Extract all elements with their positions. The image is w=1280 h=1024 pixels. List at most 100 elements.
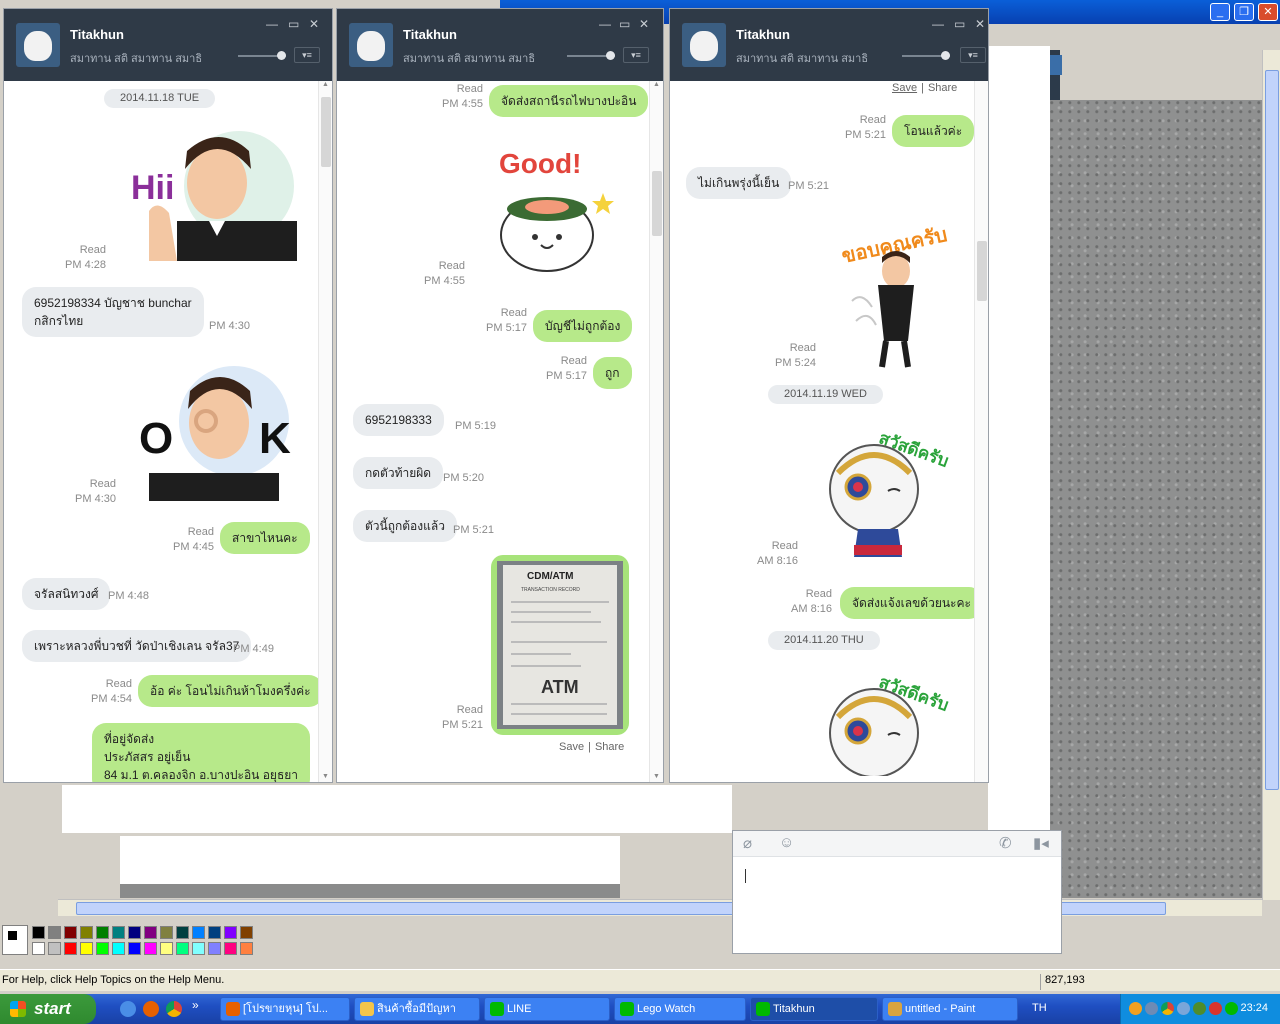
- close-icon[interactable]: ✕: [975, 17, 985, 31]
- color-palette[interactable]: [0, 922, 260, 958]
- language-indicator[interactable]: TH: [1032, 1002, 1047, 1014]
- transparency-slider[interactable]: [902, 51, 950, 60]
- quicklaunch-icon[interactable]: [120, 1001, 136, 1017]
- avatar[interactable]: [682, 23, 726, 67]
- sticker-hello-monkey[interactable]: สวัสดีครับ: [818, 417, 968, 567]
- color-swatch[interactable]: [224, 942, 237, 955]
- message-list[interactable]: จัดส่งสถานีรถไฟบางปะอิน Read PM 4:55 Good…: [337, 81, 649, 782]
- minimize-icon[interactable]: —: [932, 17, 944, 31]
- message-bubble[interactable]: จรัลสนิทวงศ์: [22, 578, 111, 610]
- color-swatch[interactable]: [32, 942, 45, 955]
- color-swatch[interactable]: [96, 942, 109, 955]
- color-swatch[interactable]: [224, 926, 237, 939]
- close-icon[interactable]: ✕: [309, 17, 319, 31]
- avatar[interactable]: [16, 23, 60, 67]
- paint-canvas-area[interactable]: [120, 836, 620, 884]
- color-swatch[interactable]: [64, 942, 77, 955]
- firefox-icon[interactable]: [143, 1001, 159, 1017]
- color-swatch[interactable]: [208, 926, 221, 939]
- menu-icon[interactable]: ▾≡: [294, 47, 320, 63]
- vertical-scrollbar[interactable]: [1262, 50, 1280, 900]
- text-cursor[interactable]: [745, 869, 746, 883]
- message-compose[interactable]: ⌀ ☺ ✆ ▮◂: [732, 830, 1062, 954]
- scroll-thumb[interactable]: [321, 97, 331, 167]
- message-bubble[interactable]: ตัวนี้ถูกต้องแล้ว: [353, 510, 457, 542]
- message-list[interactable]: 2014.11.18 TUE Hii Read PM 4:28 695219833…: [4, 81, 323, 782]
- chrome-tray-icon[interactable]: [1161, 1002, 1174, 1015]
- color-swatch[interactable]: [128, 942, 141, 955]
- message-bubble[interactable]: ที่อยู่จัดส่ง ประภัสสร อยู่เย็น 84 ม.1 ต.ค…: [92, 723, 311, 782]
- chat-window[interactable]: Titakhun สมาทาน สติ สมาทาน สมาธิ — ▭ ✕ ▾…: [669, 8, 989, 783]
- color-swatch[interactable]: [192, 926, 205, 939]
- paint-canvas-area[interactable]: [62, 785, 732, 833]
- color-swatch[interactable]: [96, 926, 109, 939]
- message-bubble[interactable]: จัดส่งสถานีรถไฟบางปะอิน: [489, 85, 649, 117]
- color-swatch[interactable]: [112, 942, 125, 955]
- transparency-slider[interactable]: [567, 51, 615, 60]
- message-bubble[interactable]: ไม่เกินพรุ่งนี้เย็น: [686, 167, 792, 199]
- paint-image[interactable]: [1050, 100, 1262, 898]
- message-bubble[interactable]: 6952198333: [353, 404, 444, 436]
- chat-scrollbar[interactable]: ▲ ▼: [649, 81, 663, 782]
- scroll-thumb[interactable]: [1265, 70, 1279, 790]
- network-icon[interactable]: [1145, 1002, 1158, 1015]
- close-icon[interactable]: ✕: [639, 17, 649, 31]
- color-swatch[interactable]: [144, 926, 157, 939]
- avatar[interactable]: [349, 23, 393, 67]
- taskbar-button[interactable]: Lego Watch: [614, 997, 746, 1021]
- scroll-thumb[interactable]: [652, 171, 662, 236]
- sticker-hii[interactable]: Hii: [129, 121, 299, 261]
- receipt-photo[interactable]: CDM/ATM TRANSACTION RECORD ATM: [491, 555, 629, 735]
- taskbar-button[interactable]: สินค้าซื้อมีปัญหา: [354, 997, 480, 1021]
- sticker-ok[interactable]: O K: [134, 361, 299, 501]
- menu-icon[interactable]: ▾≡: [960, 47, 986, 63]
- minimize-button[interactable]: _: [1210, 3, 1230, 21]
- minimize-icon[interactable]: —: [599, 17, 611, 31]
- attach-icon[interactable]: ⌀: [743, 834, 752, 852]
- color-swatch[interactable]: [48, 926, 61, 939]
- maximize-icon[interactable]: ▭: [954, 17, 965, 31]
- share-link[interactable]: Share: [595, 741, 624, 753]
- sticker-good[interactable]: Good!: [495, 143, 615, 273]
- sticker-hello-monkey[interactable]: สวัสดีครับ: [818, 661, 968, 776]
- maximize-icon[interactable]: ▭: [288, 17, 299, 31]
- tray-icon[interactable]: [1177, 1002, 1190, 1015]
- taskbar-button[interactable]: Titakhun: [750, 997, 878, 1021]
- color-swatch[interactable]: [112, 926, 125, 939]
- minimize-icon[interactable]: —: [266, 17, 278, 31]
- message-bubble[interactable]: ถูก: [593, 357, 632, 389]
- share-link[interactable]: Share: [928, 82, 957, 94]
- more-chevron-icon[interactable]: »: [192, 998, 199, 1012]
- tray-icon[interactable]: [1193, 1002, 1206, 1015]
- color-swatch[interactable]: [80, 942, 93, 955]
- line-icon[interactable]: [1225, 1002, 1238, 1015]
- chat-scrollbar[interactable]: ▲ ▼: [318, 81, 332, 782]
- color-swatch[interactable]: [240, 926, 253, 939]
- message-bubble[interactable]: 6952198334 บัญชาช bunchar กสิกรไทย: [22, 287, 204, 337]
- color-swatch[interactable]: [240, 942, 253, 955]
- message-bubble[interactable]: เพราะหลวงพี่บวชที่ วัดป่าเชิงเลน จรัล37: [22, 630, 252, 662]
- menu-icon[interactable]: ▾≡: [623, 47, 649, 63]
- color-swatch[interactable]: [48, 942, 61, 955]
- taskbar-button[interactable]: LINE: [484, 997, 610, 1021]
- chat-window[interactable]: Titakhun สมาทาน สติ สมาทาน สมาธิ — ▭ ✕ ▾…: [336, 8, 664, 783]
- color-swatch[interactable]: [160, 942, 173, 955]
- color-swatch[interactable]: [176, 942, 189, 955]
- message-bubble[interactable]: อ้อ ค่ะ โอนไม่เกินห้าโมงครึ่งค่ะ: [138, 675, 323, 707]
- chat-window[interactable]: Titakhun สมาทาน สติ สมาทาน สมาธิ — ▭ ✕ ▾…: [3, 8, 333, 783]
- video-call-icon[interactable]: ▮◂: [1033, 834, 1049, 852]
- chat-scrollbar[interactable]: [974, 81, 988, 782]
- paint-canvas-white[interactable]: [988, 46, 1050, 866]
- message-list[interactable]: Save | Share โอนแล้วค่ะ Read PM 5:21 ไม่เกิ…: [670, 81, 983, 782]
- color-swatch[interactable]: [192, 942, 205, 955]
- message-bubble[interactable]: จัดส่งแจ้งเลขด้วยนะคะ: [840, 587, 983, 619]
- maximize-icon[interactable]: ▭: [619, 17, 630, 31]
- color-swatch[interactable]: [160, 926, 173, 939]
- color-swatch[interactable]: [32, 926, 45, 939]
- tray-icon[interactable]: [1129, 1002, 1142, 1015]
- maximize-button[interactable]: ❐: [1234, 3, 1254, 21]
- start-button[interactable]: start: [0, 994, 96, 1024]
- phone-icon[interactable]: ✆: [999, 834, 1012, 852]
- color-swatch[interactable]: [176, 926, 189, 939]
- clock[interactable]: 23:24: [1240, 1002, 1268, 1014]
